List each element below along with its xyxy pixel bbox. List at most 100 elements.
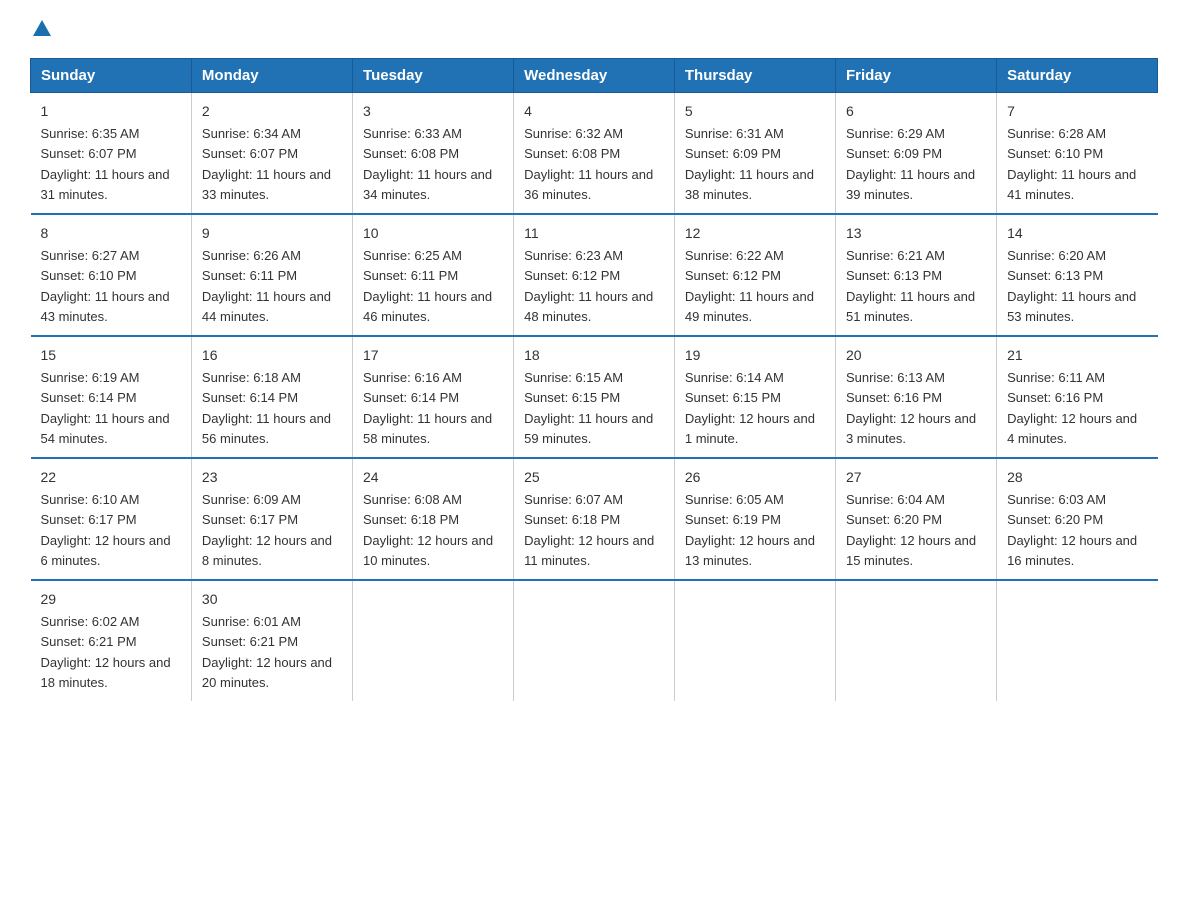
calendar-cell: 25 Sunrise: 6:07 AMSunset: 6:18 PMDaylig… — [514, 458, 675, 580]
day-info: Sunrise: 6:13 AMSunset: 6:16 PMDaylight:… — [846, 370, 976, 446]
day-info: Sunrise: 6:26 AMSunset: 6:11 PMDaylight:… — [202, 248, 331, 324]
calendar-cell — [514, 580, 675, 701]
day-number: 14 — [1007, 223, 1147, 244]
day-info: Sunrise: 6:01 AMSunset: 6:21 PMDaylight:… — [202, 614, 332, 690]
calendar-cell: 23 Sunrise: 6:09 AMSunset: 6:17 PMDaylig… — [191, 458, 352, 580]
calendar-cell: 20 Sunrise: 6:13 AMSunset: 6:16 PMDaylig… — [835, 336, 996, 458]
column-header-tuesday: Tuesday — [353, 59, 514, 93]
calendar-cell: 30 Sunrise: 6:01 AMSunset: 6:21 PMDaylig… — [191, 580, 352, 701]
calendar-header-row: SundayMondayTuesdayWednesdayThursdayFrid… — [31, 59, 1158, 93]
day-info: Sunrise: 6:03 AMSunset: 6:20 PMDaylight:… — [1007, 492, 1137, 568]
column-header-monday: Monday — [191, 59, 352, 93]
day-info: Sunrise: 6:27 AMSunset: 6:10 PMDaylight:… — [41, 248, 170, 324]
calendar-cell: 13 Sunrise: 6:21 AMSunset: 6:13 PMDaylig… — [835, 214, 996, 336]
day-info: Sunrise: 6:10 AMSunset: 6:17 PMDaylight:… — [41, 492, 171, 568]
day-info: Sunrise: 6:33 AMSunset: 6:08 PMDaylight:… — [363, 126, 492, 202]
calendar-cell: 26 Sunrise: 6:05 AMSunset: 6:19 PMDaylig… — [674, 458, 835, 580]
day-info: Sunrise: 6:32 AMSunset: 6:08 PMDaylight:… — [524, 126, 653, 202]
calendar-week-row: 22 Sunrise: 6:10 AMSunset: 6:17 PMDaylig… — [31, 458, 1158, 580]
day-number: 7 — [1007, 101, 1147, 122]
day-number: 29 — [41, 589, 181, 610]
column-header-thursday: Thursday — [674, 59, 835, 93]
calendar-cell: 11 Sunrise: 6:23 AMSunset: 6:12 PMDaylig… — [514, 214, 675, 336]
logo-triangle-icon — [33, 20, 51, 36]
calendar-cell: 17 Sunrise: 6:16 AMSunset: 6:14 PMDaylig… — [353, 336, 514, 458]
day-number: 26 — [685, 467, 825, 488]
day-info: Sunrise: 6:21 AMSunset: 6:13 PMDaylight:… — [846, 248, 975, 324]
day-info: Sunrise: 6:14 AMSunset: 6:15 PMDaylight:… — [685, 370, 815, 446]
day-info: Sunrise: 6:34 AMSunset: 6:07 PMDaylight:… — [202, 126, 331, 202]
day-info: Sunrise: 6:04 AMSunset: 6:20 PMDaylight:… — [846, 492, 976, 568]
day-number: 12 — [685, 223, 825, 244]
day-info: Sunrise: 6:08 AMSunset: 6:18 PMDaylight:… — [363, 492, 493, 568]
calendar-cell: 21 Sunrise: 6:11 AMSunset: 6:16 PMDaylig… — [997, 336, 1158, 458]
day-info: Sunrise: 6:25 AMSunset: 6:11 PMDaylight:… — [363, 248, 492, 324]
column-header-friday: Friday — [835, 59, 996, 93]
day-number: 11 — [524, 223, 664, 244]
calendar-table: SundayMondayTuesdayWednesdayThursdayFrid… — [30, 58, 1158, 701]
calendar-cell — [353, 580, 514, 701]
calendar-cell: 3 Sunrise: 6:33 AMSunset: 6:08 PMDayligh… — [353, 93, 514, 215]
calendar-cell: 22 Sunrise: 6:10 AMSunset: 6:17 PMDaylig… — [31, 458, 192, 580]
day-info: Sunrise: 6:11 AMSunset: 6:16 PMDaylight:… — [1007, 370, 1137, 446]
day-info: Sunrise: 6:31 AMSunset: 6:09 PMDaylight:… — [685, 126, 814, 202]
day-info: Sunrise: 6:16 AMSunset: 6:14 PMDaylight:… — [363, 370, 492, 446]
column-header-sunday: Sunday — [31, 59, 192, 93]
calendar-cell: 27 Sunrise: 6:04 AMSunset: 6:20 PMDaylig… — [835, 458, 996, 580]
day-number: 18 — [524, 345, 664, 366]
day-number: 20 — [846, 345, 986, 366]
calendar-cell: 16 Sunrise: 6:18 AMSunset: 6:14 PMDaylig… — [191, 336, 352, 458]
calendar-cell: 29 Sunrise: 6:02 AMSunset: 6:21 PMDaylig… — [31, 580, 192, 701]
day-number: 24 — [363, 467, 503, 488]
day-number: 16 — [202, 345, 342, 366]
day-info: Sunrise: 6:15 AMSunset: 6:15 PMDaylight:… — [524, 370, 653, 446]
day-number: 6 — [846, 101, 986, 122]
day-number: 25 — [524, 467, 664, 488]
calendar-cell: 28 Sunrise: 6:03 AMSunset: 6:20 PMDaylig… — [997, 458, 1158, 580]
day-number: 28 — [1007, 467, 1147, 488]
day-number: 4 — [524, 101, 664, 122]
day-number: 8 — [41, 223, 181, 244]
day-info: Sunrise: 6:35 AMSunset: 6:07 PMDaylight:… — [41, 126, 170, 202]
day-number: 27 — [846, 467, 986, 488]
day-info: Sunrise: 6:02 AMSunset: 6:21 PMDaylight:… — [41, 614, 171, 690]
calendar-cell: 4 Sunrise: 6:32 AMSunset: 6:08 PMDayligh… — [514, 93, 675, 215]
calendar-cell: 10 Sunrise: 6:25 AMSunset: 6:11 PMDaylig… — [353, 214, 514, 336]
calendar-week-row: 15 Sunrise: 6:19 AMSunset: 6:14 PMDaylig… — [31, 336, 1158, 458]
day-info: Sunrise: 6:05 AMSunset: 6:19 PMDaylight:… — [685, 492, 815, 568]
column-header-saturday: Saturday — [997, 59, 1158, 93]
calendar-week-row: 29 Sunrise: 6:02 AMSunset: 6:21 PMDaylig… — [31, 580, 1158, 701]
calendar-cell: 9 Sunrise: 6:26 AMSunset: 6:11 PMDayligh… — [191, 214, 352, 336]
day-info: Sunrise: 6:07 AMSunset: 6:18 PMDaylight:… — [524, 492, 654, 568]
calendar-cell: 15 Sunrise: 6:19 AMSunset: 6:14 PMDaylig… — [31, 336, 192, 458]
day-info: Sunrise: 6:22 AMSunset: 6:12 PMDaylight:… — [685, 248, 814, 324]
page-header — [30, 20, 1158, 38]
day-number: 9 — [202, 223, 342, 244]
calendar-cell: 12 Sunrise: 6:22 AMSunset: 6:12 PMDaylig… — [674, 214, 835, 336]
day-info: Sunrise: 6:20 AMSunset: 6:13 PMDaylight:… — [1007, 248, 1136, 324]
calendar-cell: 14 Sunrise: 6:20 AMSunset: 6:13 PMDaylig… — [997, 214, 1158, 336]
day-info: Sunrise: 6:29 AMSunset: 6:09 PMDaylight:… — [846, 126, 975, 202]
day-number: 19 — [685, 345, 825, 366]
day-info: Sunrise: 6:19 AMSunset: 6:14 PMDaylight:… — [41, 370, 170, 446]
calendar-cell: 19 Sunrise: 6:14 AMSunset: 6:15 PMDaylig… — [674, 336, 835, 458]
day-info: Sunrise: 6:18 AMSunset: 6:14 PMDaylight:… — [202, 370, 331, 446]
calendar-cell: 18 Sunrise: 6:15 AMSunset: 6:15 PMDaylig… — [514, 336, 675, 458]
calendar-cell: 5 Sunrise: 6:31 AMSunset: 6:09 PMDayligh… — [674, 93, 835, 215]
calendar-cell: 2 Sunrise: 6:34 AMSunset: 6:07 PMDayligh… — [191, 93, 352, 215]
calendar-week-row: 8 Sunrise: 6:27 AMSunset: 6:10 PMDayligh… — [31, 214, 1158, 336]
calendar-cell — [997, 580, 1158, 701]
column-header-wednesday: Wednesday — [514, 59, 675, 93]
calendar-cell: 6 Sunrise: 6:29 AMSunset: 6:09 PMDayligh… — [835, 93, 996, 215]
day-number: 22 — [41, 467, 181, 488]
day-number: 17 — [363, 345, 503, 366]
calendar-cell: 1 Sunrise: 6:35 AMSunset: 6:07 PMDayligh… — [31, 93, 192, 215]
day-number: 10 — [363, 223, 503, 244]
calendar-cell: 24 Sunrise: 6:08 AMSunset: 6:18 PMDaylig… — [353, 458, 514, 580]
logo — [30, 20, 51, 38]
day-info: Sunrise: 6:23 AMSunset: 6:12 PMDaylight:… — [524, 248, 653, 324]
day-number: 5 — [685, 101, 825, 122]
day-number: 1 — [41, 101, 181, 122]
day-number: 23 — [202, 467, 342, 488]
calendar-cell: 7 Sunrise: 6:28 AMSunset: 6:10 PMDayligh… — [997, 93, 1158, 215]
